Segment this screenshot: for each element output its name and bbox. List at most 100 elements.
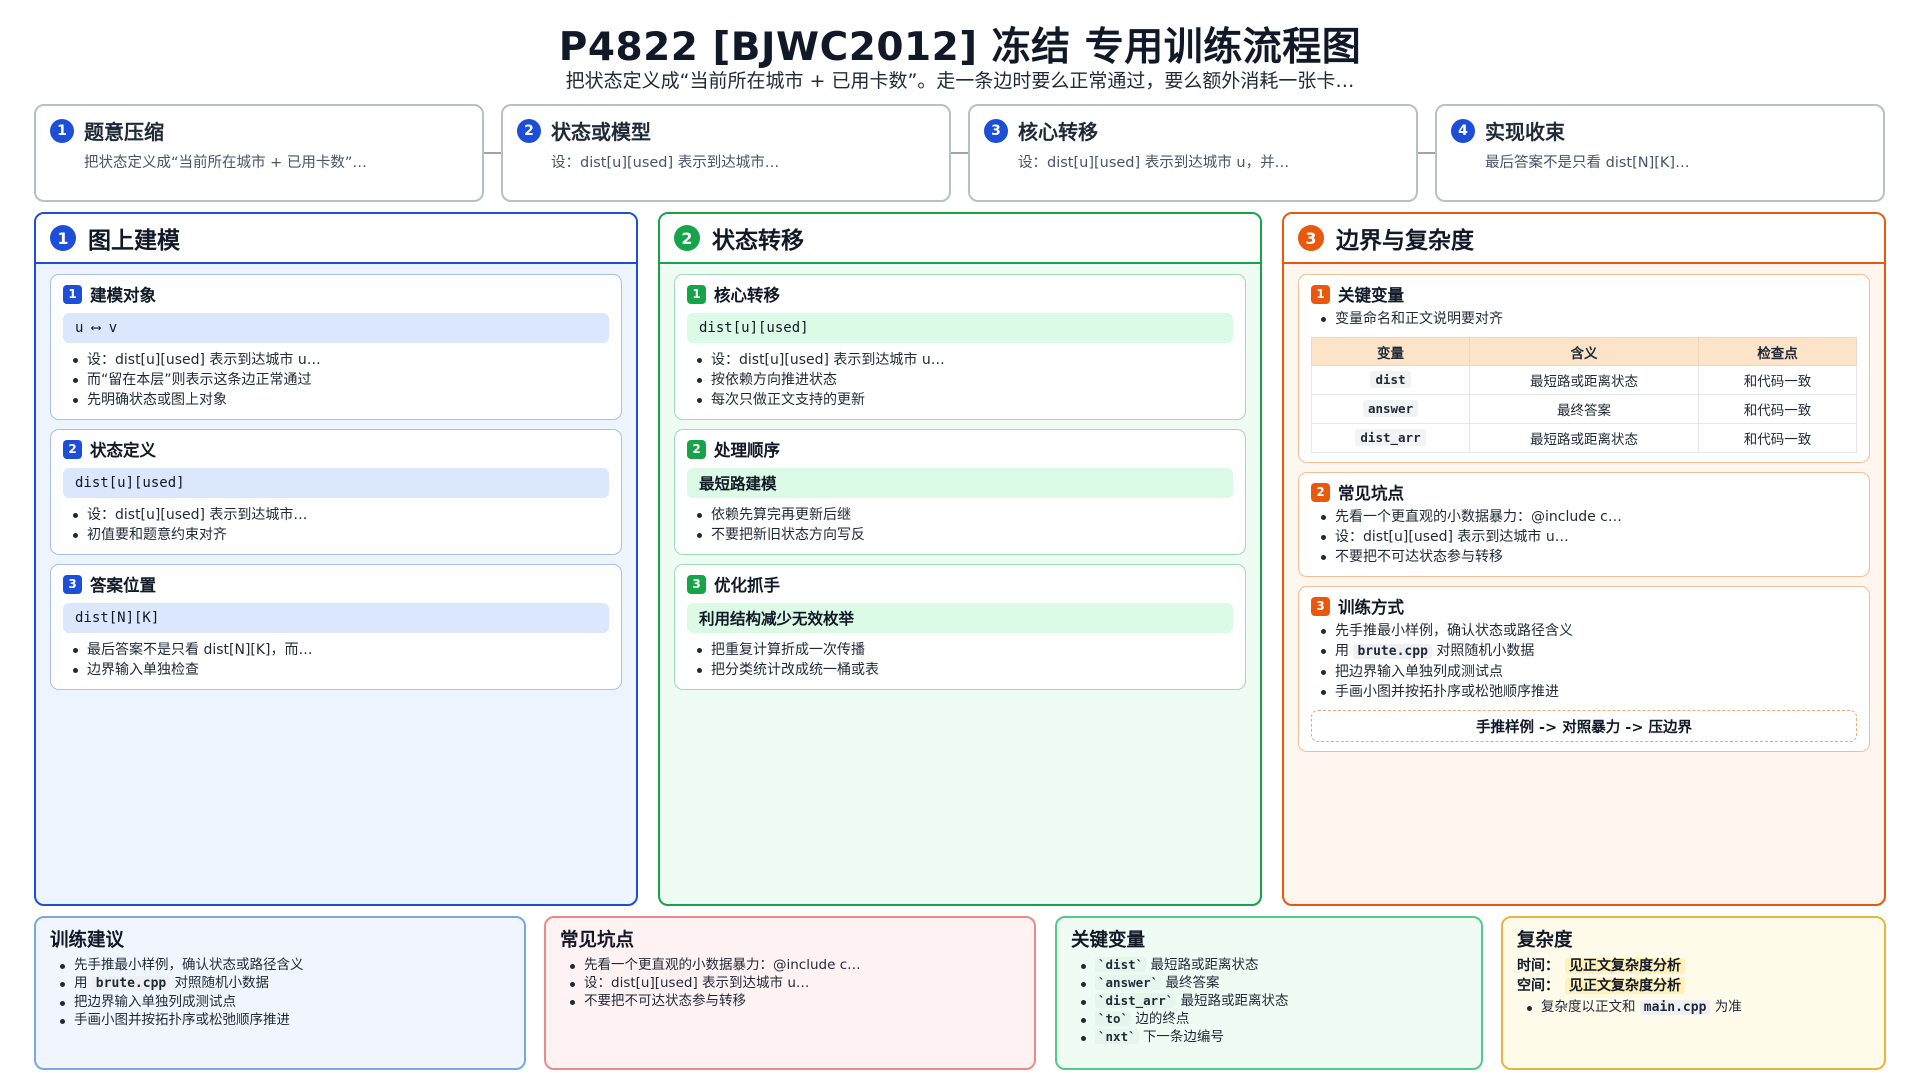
- list-item: 每次只做正文支持的更新: [697, 390, 1233, 410]
- column-number-badge: 3: [1298, 225, 1324, 251]
- step-desc: 把状态定义成“当前所在城市 + 已用卡数”…: [84, 155, 367, 171]
- card-number-badge: 1: [687, 284, 706, 304]
- list-item: 把边界输入单独列成测试点: [60, 993, 510, 1011]
- column-title: 图上建模: [88, 228, 180, 254]
- list-item: 最后答案不是只看 dist[N][K]，而…: [73, 640, 609, 660]
- step-2: 2 状态或模型 设：dist[u][used] 表示到达城市…: [501, 104, 951, 202]
- card-number-badge: 2: [1311, 482, 1330, 502]
- step-row: 1 题意压缩 把状态定义成“当前所在城市 + 已用卡数”… 2 状态或模型 设：di…: [34, 104, 1886, 202]
- card-modeling-object: 1 建模对象 u ⟷ v 设：dist[u][used] 表示到达城市 u… 而“…: [50, 274, 622, 420]
- panel-title: 常见坑点: [560, 930, 635, 951]
- card-number-badge: 3: [63, 574, 82, 594]
- list-text: 下一条边编号: [1142, 1029, 1224, 1045]
- card-state-definition: 2 状态定义 dist[u][used] 设：dist[u][used] 表示到达…: [50, 429, 622, 555]
- list-item: 用 brute.cpp 对照随机小数据: [60, 974, 510, 993]
- column-boundary-complexity: 3 边界与复杂度 1 关键变量 变量命名和正文说明要对齐 变量 含义 检查点 di…: [1282, 212, 1886, 906]
- list-text: 最短路或距离状态: [1180, 993, 1289, 1009]
- list-item: 变量命名和正文说明要对齐: [1321, 309, 1857, 329]
- list-item: 手画小图并按拓扑序或松弛顺序推进: [60, 1011, 510, 1029]
- step-connector: [951, 152, 969, 154]
- list-item: 按依赖方向推进状态: [697, 370, 1233, 390]
- list-item: 把重复计算折成一次传播: [697, 640, 1233, 660]
- step-number-badge: 4: [1451, 118, 1475, 143]
- list-item: 不要把不可达状态参与转移: [570, 992, 1020, 1010]
- table-cell: answer: [1310, 394, 1471, 424]
- list-item: 先看一个更直观的小数据暴力：@include c…: [1321, 507, 1857, 527]
- column-number-badge: 1: [50, 225, 76, 251]
- table-header-row: 变量 含义 检查点: [1310, 337, 1858, 366]
- list-item: 先明确状态或图上对象: [73, 390, 609, 410]
- list-item: 不要把新旧状态方向写反: [697, 525, 1233, 545]
- step-number-badge: 2: [517, 118, 541, 143]
- card-title: 优化抓手: [714, 576, 780, 595]
- page-title: P4822 [BJWC2012] 冻结 专用训练流程图: [558, 25, 1362, 70]
- card-title: 关键变量: [1338, 286, 1404, 305]
- kv-label: 时间：: [1517, 958, 1559, 974]
- card-title: 建模对象: [90, 286, 156, 305]
- list-text: 对照随机小数据: [174, 975, 270, 991]
- list-item: 先看一个更直观的小数据暴力：@include c…: [570, 956, 1020, 974]
- code-chip: dist[N][K]: [63, 603, 609, 633]
- step-1: 1 题意压缩 把状态定义成“当前所在城市 + 已用卡数”…: [34, 104, 484, 202]
- step-desc: 最后答案不是只看 dist[N][K]…: [1485, 155, 1690, 171]
- list-item: `nxt` 下一条边编号: [1081, 1028, 1467, 1046]
- list-item: 把边界输入单独列成测试点: [1321, 662, 1857, 682]
- space-complexity: 空间： 见正文复杂度分析: [1517, 976, 1870, 996]
- card-number-badge: 2: [63, 439, 82, 459]
- step-desc: 设：dist[u][used] 表示到达城市 u，并…: [1018, 155, 1290, 171]
- list-text: 最短路或距离状态: [1150, 957, 1259, 973]
- table-cell: dist: [1310, 365, 1471, 395]
- list-text: 对照随机小数据: [1436, 643, 1535, 659]
- kv-value: 见正文复杂度分析: [1565, 958, 1685, 974]
- column-title: 边界与复杂度: [1336, 228, 1474, 254]
- table-row: dist 最短路或距离状态 和代码一致: [1310, 365, 1858, 395]
- card-title: 常见坑点: [1338, 484, 1404, 503]
- panel-key-variables: 关键变量 `dist` 最短路或距离状态 `answer` 最终答案 `dist…: [1055, 916, 1483, 1070]
- table-cell: 最短路或距离状态: [1469, 423, 1699, 453]
- step-number-badge: 1: [50, 118, 74, 143]
- panel-title: 训练建议: [50, 930, 125, 951]
- list-item: 把分类统计改成统一桶或表: [697, 660, 1233, 680]
- step-3: 3 核心转移 设：dist[u][used] 表示到达城市 u，并…: [968, 104, 1418, 202]
- card-title: 状态定义: [90, 441, 156, 460]
- card-title: 核心转移: [714, 286, 780, 305]
- code-chip: dist[u][used]: [63, 468, 609, 498]
- step-desc: 设：dist[u][used] 表示到达城市…: [551, 155, 780, 171]
- var-code: dist: [1370, 371, 1411, 388]
- panel-title: 关键变量: [1071, 930, 1146, 951]
- column-header: 2 状态转移: [660, 214, 1260, 264]
- list-item: 设：dist[u][used] 表示到达城市 u…: [73, 350, 609, 370]
- table-cell: dist_arr: [1310, 423, 1471, 453]
- list-item: `dist` 最短路或距离状态: [1081, 956, 1467, 974]
- list-text: 边的终点: [1135, 1011, 1190, 1027]
- list-item: 先手推最小样例，确认状态或路径含义: [1321, 621, 1857, 641]
- list-item: `to` 边的终点: [1081, 1010, 1467, 1028]
- list-item: 依赖先算完再更新后继: [697, 505, 1233, 525]
- list-item: 设：dist[u][used] 表示到达城市 u…: [570, 974, 1020, 992]
- card-number-badge: 1: [63, 284, 82, 304]
- table-cell: 和代码一致: [1697, 394, 1858, 424]
- card-key-variables: 1 关键变量 变量命名和正文说明要对齐 变量 含义 检查点 dist 最短路或距离…: [1298, 274, 1870, 463]
- list-item: 用 brute.cpp 对照随机小数据: [1321, 641, 1857, 662]
- card-number-badge: 1: [1311, 284, 1330, 304]
- table-cell: 和代码一致: [1697, 423, 1858, 453]
- list-item: 初值要和题意约束对齐: [73, 525, 609, 545]
- column-header: 1 图上建模: [36, 214, 636, 264]
- list-text: 为准: [1714, 999, 1742, 1015]
- list-text: 用: [74, 975, 88, 991]
- inline-code: `answer`: [1095, 975, 1162, 990]
- list-item: 设：dist[u][used] 表示到达城市…: [73, 505, 609, 525]
- list-text: 最终答案: [1165, 975, 1220, 991]
- var-code: dist_arr: [1355, 429, 1426, 446]
- inline-code: brute.cpp: [91, 976, 171, 991]
- kv-label: 空间：: [1517, 978, 1559, 994]
- card-training-method: 3 训练方式 先手推最小样例，确认状态或路径含义 用 brute.cpp 对照随机…: [1298, 586, 1870, 752]
- panel-title: 复杂度: [1517, 930, 1573, 951]
- list-item: `answer` 最终答案: [1081, 974, 1467, 992]
- table-row: answer 最终答案 和代码一致: [1310, 394, 1858, 424]
- column-number-badge: 2: [674, 225, 700, 251]
- step-title: 题意压缩: [84, 120, 164, 144]
- list-text: 复杂度以正文和: [1541, 999, 1636, 1015]
- inline-code: brute.cpp: [1353, 644, 1432, 659]
- kv-value: 见正文复杂度分析: [1565, 978, 1685, 994]
